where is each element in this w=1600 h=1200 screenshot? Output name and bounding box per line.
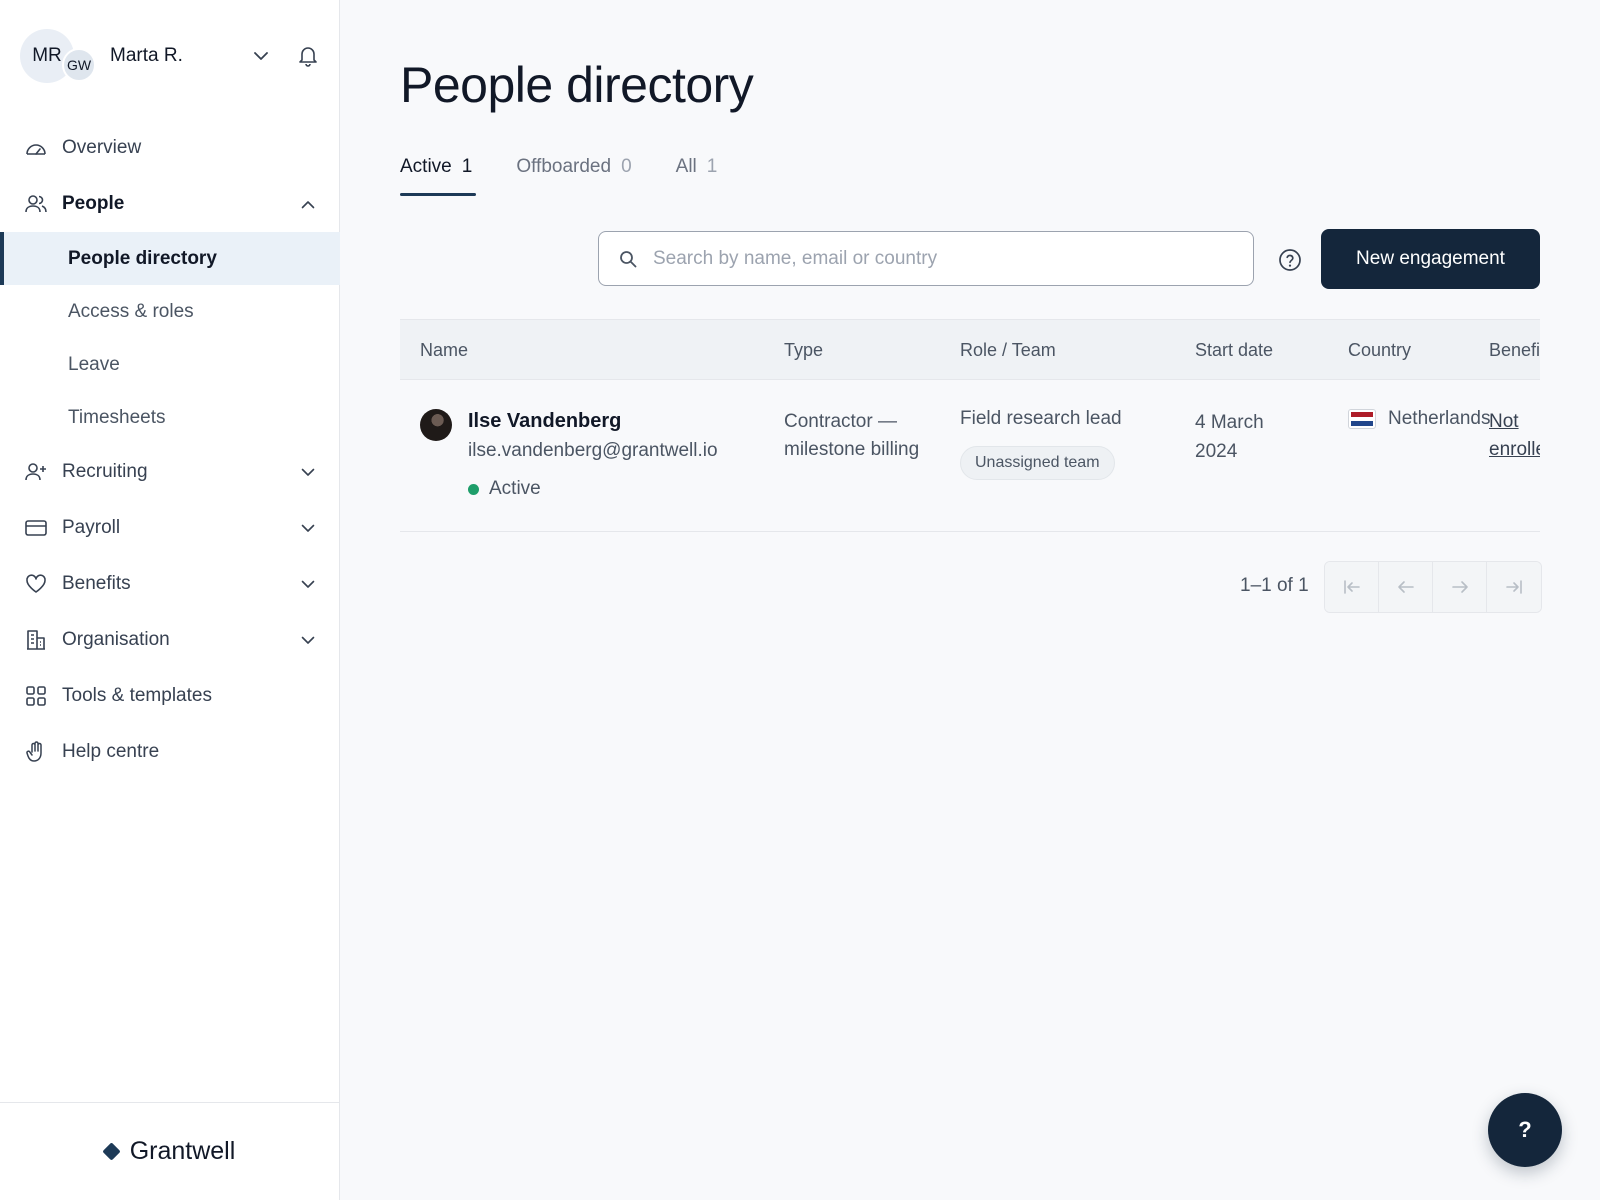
tab-count: 1 — [706, 156, 718, 177]
team-chip[interactable]: Unassigned team — [960, 446, 1115, 480]
org-avatar: GW — [62, 48, 96, 82]
person-name[interactable]: Ilse Vandenberg — [468, 410, 621, 433]
sidebar-item-people[interactable]: People — [0, 176, 340, 232]
column-header-type[interactable]: Type — [784, 340, 823, 361]
tab-count: 0 — [621, 156, 632, 177]
column-header-role-team[interactable]: Role / Team — [960, 340, 1056, 361]
chevron-down-icon — [298, 462, 318, 482]
previous-page-button[interactable] — [1379, 562, 1433, 612]
role-title: Field research lead — [960, 408, 1122, 429]
chevron-down-icon — [298, 574, 318, 594]
user-plus-icon — [24, 460, 48, 484]
netherlands-flag-icon — [1348, 409, 1376, 429]
grid-icon — [24, 684, 48, 708]
sidebar-item-timesheets[interactable]: Timesheets — [0, 391, 340, 444]
sidebar-item-people-directory[interactable]: People directory — [0, 232, 340, 285]
sidebar-item-label: People — [62, 193, 125, 214]
sidebar: MR GW Marta R. Overview People People di… — [0, 0, 340, 1200]
new-engagement-button[interactable]: New engagement — [1321, 229, 1540, 289]
building-icon — [24, 628, 48, 652]
heart-icon — [24, 572, 48, 596]
main-content: People directory Active 1 Offboarded 0 A… — [340, 0, 1600, 1200]
chevron-down-icon — [298, 518, 318, 538]
status-label: Active — [489, 478, 541, 499]
arrow-right-icon — [1451, 581, 1468, 593]
person-avatar — [420, 409, 452, 441]
users-icon — [24, 192, 48, 216]
person-email: ilse.vandenberg@grantwell.io — [468, 440, 718, 461]
diamond-icon — [102, 1142, 121, 1161]
country-cell: Netherlands — [1348, 408, 1490, 430]
search-box — [598, 231, 1254, 286]
first-page-button[interactable] — [1325, 562, 1379, 612]
sidebar-item-label: Overview — [62, 137, 142, 158]
help-icon[interactable] — [1277, 247, 1303, 273]
brand-name: Grantwell — [129, 1137, 236, 1165]
gauge-icon — [24, 136, 48, 160]
column-header-benefits[interactable]: Benefits — [1489, 340, 1540, 361]
sidebar-item-access-roles[interactable]: Access & roles — [0, 285, 340, 338]
sidebar-item-help-centre[interactable]: Help centre — [0, 724, 340, 780]
tab-label: Offboarded — [516, 156, 612, 177]
chevron-down-icon — [298, 630, 318, 650]
last-page-icon — [1506, 580, 1522, 594]
sidebar-item-label: Payroll — [62, 517, 121, 538]
sidebar-item-label: Recruiting — [62, 461, 148, 482]
sidebar-item-benefits[interactable]: Benefits — [0, 556, 340, 612]
people-table: Name Type Role / Team Start date Country… — [400, 319, 1540, 532]
sidebar-item-recruiting[interactable]: Recruiting — [0, 444, 340, 500]
brand-logo[interactable]: Grantwell — [0, 1102, 340, 1200]
chevron-up-icon — [298, 194, 318, 214]
first-page-icon — [1343, 580, 1360, 594]
sidebar-item-label: Benefits — [62, 573, 131, 594]
tab-count: 1 — [461, 156, 473, 177]
column-header-country[interactable]: Country — [1348, 340, 1411, 361]
status-dot-icon — [468, 483, 479, 495]
page-title: People directory — [400, 57, 754, 113]
engagement-type: Contractor — milestone billing — [784, 411, 920, 460]
last-page-button[interactable] — [1487, 562, 1541, 612]
help-fab-button[interactable]: ? — [1488, 1093, 1562, 1167]
pagination-summary: 1–1 of 1 — [1240, 575, 1309, 596]
tab-label: All — [675, 156, 697, 177]
tab-label: Active — [400, 156, 452, 177]
column-header-start-date[interactable]: Start date — [1195, 340, 1273, 361]
country-name: Netherlands — [1388, 408, 1491, 429]
user-name: Marta R. — [110, 45, 183, 66]
benefits-link[interactable]: Not enrolled — [1489, 408, 1540, 464]
bell-icon[interactable] — [296, 44, 320, 68]
search-input[interactable] — [653, 247, 1213, 270]
tab-offboarded[interactable]: Offboarded 0 — [516, 152, 631, 196]
sidebar-item-payroll[interactable]: Payroll — [0, 500, 340, 556]
sidebar-item-label: Tools & templates — [62, 685, 212, 706]
sidebar-item-label: Organisation — [62, 629, 170, 650]
sidebar-item-overview[interactable]: Overview — [0, 120, 340, 176]
arrow-left-icon — [1397, 581, 1414, 593]
table-header: Name Type Role / Team Start date Country… — [400, 319, 1540, 380]
sidebar-item-leave[interactable]: Leave — [0, 338, 340, 391]
hand-icon — [24, 740, 48, 764]
table-row[interactable]: Ilse Vandenberg ilse.vandenberg@grantwel… — [400, 380, 1540, 532]
sidebar-item-tools-templates[interactable]: Tools & templates — [0, 668, 340, 724]
sidebar-item-label: Help centre — [62, 741, 160, 762]
next-page-button[interactable] — [1433, 562, 1487, 612]
status-badge: Active — [468, 478, 541, 500]
sidebar-nav: Overview People People directory Access … — [0, 120, 340, 780]
chevron-down-icon[interactable] — [250, 45, 272, 67]
search-icon — [617, 248, 639, 270]
credit-card-icon — [24, 516, 48, 540]
tab-active[interactable]: Active 1 — [400, 152, 477, 196]
column-header-name[interactable]: Name — [420, 340, 468, 361]
sidebar-item-organisation[interactable]: Organisation — [0, 612, 340, 668]
start-date: 4 March 2024 — [1195, 412, 1264, 462]
pagination-controls — [1324, 561, 1542, 613]
status-tabs: Active 1 Offboarded 0 All 1 — [400, 152, 761, 196]
tab-all[interactable]: All 1 — [676, 152, 718, 196]
user-menu[interactable]: MR GW Marta R. — [20, 28, 320, 84]
